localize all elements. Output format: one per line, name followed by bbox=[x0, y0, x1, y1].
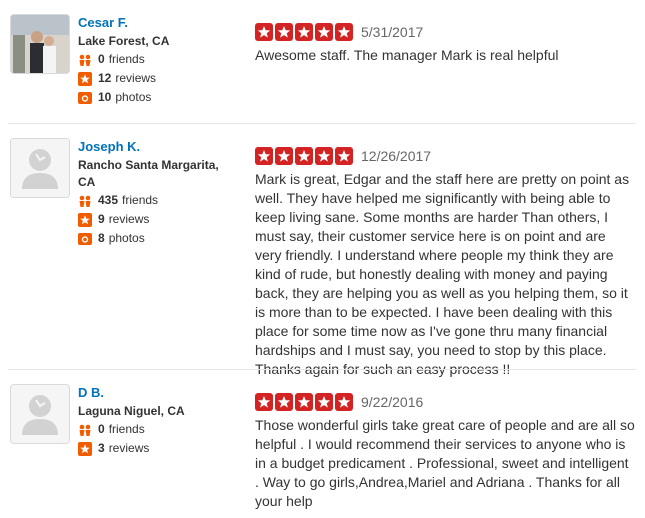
star-icon bbox=[315, 393, 333, 411]
review-date: 5/31/2017 bbox=[361, 24, 424, 40]
star-icon bbox=[295, 23, 313, 41]
review-count: 3 reviews bbox=[78, 439, 238, 458]
avatar[interactable] bbox=[10, 138, 70, 198]
user-passport: D B. Laguna Niguel, CA 0 friends 3 reviews bbox=[78, 384, 238, 458]
review-divider bbox=[8, 123, 636, 124]
review-text: Awesome staff. The manager Mark is real … bbox=[255, 47, 559, 63]
user-name-link[interactable]: Cesar F. bbox=[78, 14, 238, 31]
user-passport: Cesar F. Lake Forest, CA 0 friends 12 revi… bbox=[78, 14, 238, 107]
review-text: Those wonderful girls take great care of… bbox=[255, 417, 635, 509]
review-date: 12/26/2017 bbox=[361, 148, 432, 164]
friend-count: 0 friends bbox=[78, 50, 238, 69]
user-location: Laguna Niguel, CA bbox=[78, 404, 185, 418]
star-icon bbox=[335, 393, 353, 411]
review-content: 9/22/2016 Those wonderful girls take gre… bbox=[255, 392, 635, 511]
user-name-link[interactable]: D B. bbox=[78, 384, 238, 401]
user-location: Lake Forest, CA bbox=[78, 34, 170, 48]
star-icon bbox=[78, 441, 92, 456]
friends-icon bbox=[78, 194, 92, 208]
review-count: 12 reviews bbox=[78, 69, 238, 88]
star-icon bbox=[335, 147, 353, 165]
star-icon bbox=[255, 393, 273, 411]
star-icon bbox=[255, 147, 273, 165]
friends-icon bbox=[78, 423, 92, 437]
review-text: Mark is great, Edgar and the staff here … bbox=[255, 171, 630, 377]
friend-count: 0 friends bbox=[78, 420, 238, 439]
review-content: 12/26/2017 Mark is great, Edgar and the … bbox=[255, 146, 635, 379]
camera-icon bbox=[78, 91, 92, 105]
star-icon bbox=[315, 23, 333, 41]
star-icon bbox=[295, 147, 313, 165]
user-location: Rancho Santa Margarita, CA bbox=[78, 158, 219, 189]
star-rating: 5/31/2017 bbox=[255, 22, 635, 42]
review-date: 9/22/2016 bbox=[361, 394, 424, 410]
review-content: 5/31/2017 Awesome staff. The manager Mar… bbox=[255, 22, 635, 65]
star-icon bbox=[275, 147, 293, 165]
friend-count: 435 friends bbox=[78, 191, 238, 210]
review-count: 9 reviews bbox=[78, 210, 238, 229]
star-icon bbox=[335, 23, 353, 41]
camera-icon bbox=[78, 232, 92, 246]
avatar[interactable] bbox=[10, 384, 70, 444]
user-passport: Joseph K. Rancho Santa Margarita, CA 435… bbox=[78, 138, 238, 248]
star-rating: 12/26/2017 bbox=[255, 146, 635, 166]
photo-count: 10 photos bbox=[78, 88, 238, 107]
friends-icon bbox=[78, 53, 92, 67]
avatar[interactable] bbox=[10, 14, 70, 74]
star-icon bbox=[295, 393, 313, 411]
review-divider bbox=[8, 369, 636, 370]
star-icon bbox=[78, 212, 92, 227]
star-icon bbox=[255, 23, 273, 41]
star-icon bbox=[315, 147, 333, 165]
star-icon bbox=[275, 393, 293, 411]
photo-count: 8 photos bbox=[78, 229, 238, 248]
star-rating: 9/22/2016 bbox=[255, 392, 635, 412]
star-icon bbox=[78, 71, 92, 86]
star-icon bbox=[275, 23, 293, 41]
user-name-link[interactable]: Joseph K. bbox=[78, 138, 238, 155]
